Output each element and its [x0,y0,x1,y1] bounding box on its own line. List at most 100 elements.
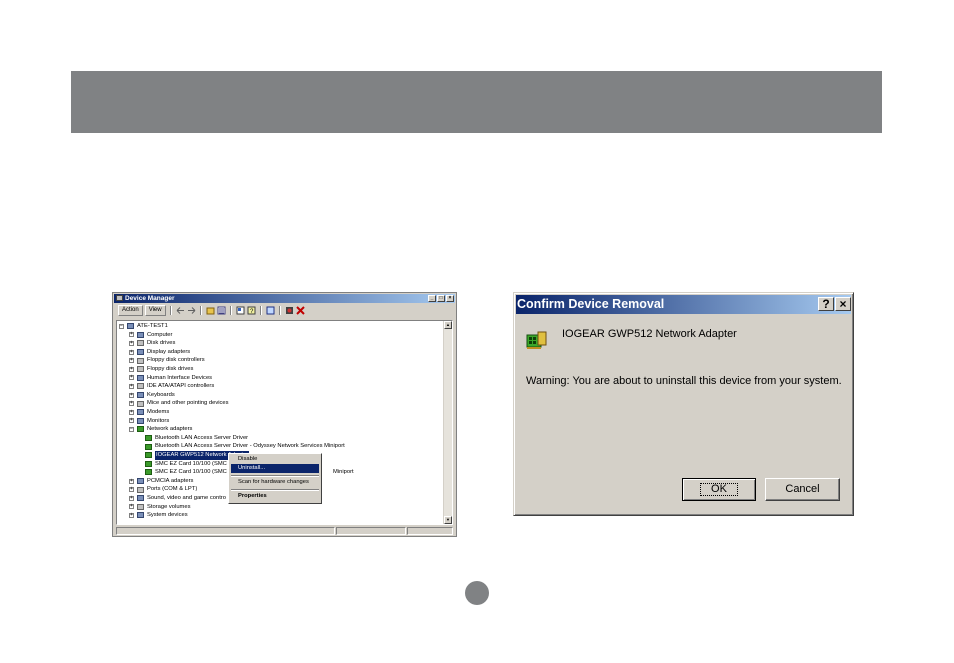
device-category-icon [137,409,144,416]
network-adapter-icon [526,331,547,349]
context-item-scan[interactable]: Scan for hardware changes [231,478,319,487]
device-manager-title: Device Manager [125,295,175,302]
tree-item[interactable]: + Keyboards [129,391,175,400]
expand-icon[interactable]: + [129,504,134,510]
toolbar-separator [278,306,281,315]
tree-item-label: Bluetooth LAN Access Server Driver [155,434,249,441]
tree-item[interactable]: + Sound, video and game contro [129,494,226,503]
folder-icon[interactable] [206,306,215,315]
maximize-button[interactable]: □ [437,295,445,302]
tree-item[interactable]: + Human Interface Devices [129,374,212,383]
minimize-button[interactable]: _ [428,295,436,302]
dialog-titlebar[interactable]: Confirm Device Removal [516,295,851,314]
device-category-icon [137,349,144,356]
menu-toolbar: Action View ? [114,304,455,317]
tree-item[interactable]: + Mice and other pointing devices [129,399,229,408]
scroll-up-button[interactable]: ▲ [444,321,452,329]
context-menu: Disable Uninstall... Scan for hardware c… [228,453,322,504]
dialog-help-button[interactable]: ? [818,297,834,311]
expand-icon[interactable]: + [129,512,134,518]
expand-icon[interactable]: + [129,349,134,355]
tree-item[interactable]: + Storage volumes [129,503,191,512]
device-category-icon [137,417,144,424]
tree-item-label: Disk drives [147,340,176,347]
device-category-icon [137,512,144,519]
expand-icon[interactable]: + [129,383,134,389]
tree-item[interactable]: Bluetooth LAN Access Server Driver [145,434,248,443]
collapse-icon[interactable]: − [129,426,134,432]
page-number-dot [465,581,489,605]
tree-item[interactable]: + Floppy disk drives [129,365,193,374]
disable-icon[interactable] [285,306,294,315]
expand-icon[interactable]: + [129,375,134,381]
uninstall-icon[interactable] [295,306,305,315]
context-item-uninstall[interactable]: Uninstall... [231,464,319,473]
header-banner [71,71,882,133]
scan-icon[interactable] [266,306,275,315]
expand-icon[interactable]: + [129,495,134,501]
context-item-properties[interactable]: Properties [231,492,319,501]
tree-item[interactable]: + IDE ATA/ATAPI controllers [129,382,214,391]
device-category-icon [137,366,144,373]
expand-icon[interactable]: + [129,366,134,372]
ok-button[interactable]: OK [682,478,756,501]
forward-arrow-icon[interactable] [187,306,196,315]
warning-message: Warning: You are about to uninstall this… [526,375,842,387]
dialog-close-button[interactable]: × [835,297,851,311]
tree-item-label: SMC EZ Card 10/100 (SMC [155,469,227,476]
status-pane [116,527,335,535]
device-category-icon [137,392,144,399]
tree-item[interactable]: + Floppy disk controllers [129,356,205,365]
tree-item[interactable]: − ATE-TEST1 [119,322,168,331]
tree-item[interactable]: + PCMCIA adapters [129,477,193,486]
device-category-icon [137,400,144,407]
menu-action[interactable]: Action [118,305,143,316]
help-icon[interactable]: ? [247,306,256,315]
tree-item[interactable]: + Display adapters [129,348,190,357]
list-icon[interactable] [217,306,226,315]
network-adapter-icon [145,460,152,467]
device-manager-titlebar[interactable]: Device Manager _ □ × [114,294,455,303]
context-item-disable[interactable]: Disable [231,455,319,464]
expand-icon[interactable]: + [129,392,134,398]
tree-scrollbar[interactable]: ▲ ▼ [443,321,452,524]
expand-icon[interactable]: + [129,340,134,346]
device-manager-icon [116,295,123,301]
close-button[interactable]: × [446,295,454,302]
back-arrow-icon[interactable] [176,306,185,315]
tree-item[interactable]: + Modems [129,408,169,417]
expand-icon[interactable]: + [129,478,134,484]
menu-view[interactable]: View [144,305,166,316]
tree-item[interactable]: + Disk drives [129,339,175,348]
expand-icon[interactable]: + [129,409,134,415]
tree-item-label: Floppy disk controllers [147,357,205,364]
device-category-icon [137,503,144,510]
tree-item-label: IDE ATA/ATAPI controllers [147,383,215,390]
tree-item[interactable]: SMC EZ Card 10/100 (SMC Miniport [145,468,354,477]
expand-icon[interactable]: + [129,401,134,407]
tree-item[interactable]: + Monitors [129,417,169,426]
network-adapter-icon [145,443,152,450]
tree-item[interactable]: Bluetooth LAN Access Server Driver - Ody… [145,442,345,451]
tree-item[interactable]: + Ports (COM & LPT) [129,485,197,494]
status-bar [116,527,453,535]
expand-icon[interactable]: + [129,332,134,338]
cancel-button[interactable]: Cancel [765,478,840,501]
collapse-icon[interactable]: − [119,323,124,329]
device-category-icon [137,383,144,390]
tree-item[interactable]: − Network adapters [129,425,192,434]
toolbar-separator [169,306,172,315]
tree-item-label: Modems [147,409,170,415]
expand-icon[interactable]: + [129,418,134,424]
device-name: IOGEAR GWP512 Network Adapter [562,328,737,340]
tree-item[interactable]: SMC EZ Card 10/100 (SMC [145,460,227,469]
device-category-icon [137,478,144,485]
scroll-down-button[interactable]: ▼ [444,516,452,524]
tree-item-label: Computer [147,331,173,338]
tree-item[interactable]: + Computer [129,331,172,340]
properties-icon[interactable] [236,306,245,315]
expand-icon[interactable]: + [129,487,134,493]
expand-icon[interactable]: + [129,358,134,364]
tree-item[interactable]: + System devices [129,511,188,520]
dialog-title: Confirm Device Removal [517,297,665,311]
